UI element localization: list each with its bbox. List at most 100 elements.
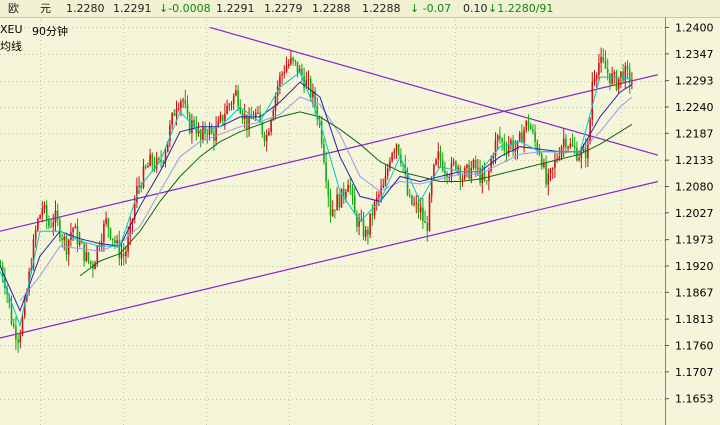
candle-body xyxy=(611,73,613,84)
candle-body xyxy=(182,100,184,102)
candle-body xyxy=(257,112,259,114)
candle-body xyxy=(17,339,19,343)
candle-body xyxy=(551,167,554,170)
candle-body xyxy=(426,222,429,231)
candle-body xyxy=(455,161,457,170)
grid xyxy=(0,20,665,425)
candle-body xyxy=(617,78,620,90)
candle-body xyxy=(419,207,422,213)
candle-body xyxy=(413,203,415,205)
y-tick-label: 1.1920 xyxy=(675,260,714,273)
y-tick-label: 1.1707 xyxy=(675,366,714,379)
candle-body xyxy=(435,159,437,165)
candle-body xyxy=(114,240,116,244)
candle-body xyxy=(371,213,374,216)
candle-body xyxy=(424,221,426,223)
candle-body xyxy=(107,218,110,229)
candle-body xyxy=(496,135,499,141)
candle-body xyxy=(72,228,74,233)
candle-body xyxy=(105,218,107,224)
candle-body xyxy=(384,175,387,186)
candle-body xyxy=(391,153,393,162)
candle-body xyxy=(41,208,44,216)
candle-body xyxy=(125,251,127,257)
y-tick-label: 1.2400 xyxy=(675,21,714,34)
candle-body xyxy=(523,129,525,143)
candle-body xyxy=(534,131,536,142)
candle-body xyxy=(61,237,63,241)
candle-body xyxy=(613,72,616,74)
y-tick-label: 1.2240 xyxy=(675,101,714,114)
candle-body xyxy=(208,127,211,135)
candle-body xyxy=(422,207,424,222)
candle-body xyxy=(386,168,389,176)
candle-body xyxy=(408,194,411,196)
candle-body xyxy=(188,114,191,134)
candle-body xyxy=(74,226,77,229)
candle-body xyxy=(232,95,235,104)
candle-body xyxy=(631,82,633,84)
candle-body xyxy=(545,163,547,185)
candle-body xyxy=(12,324,15,327)
candle-body xyxy=(142,166,145,188)
candle-body xyxy=(158,158,160,160)
candle-body xyxy=(325,162,327,182)
y-tick-label: 1.1653 xyxy=(675,393,714,406)
candle-body xyxy=(147,165,149,168)
candle-body xyxy=(602,56,605,61)
candle-body xyxy=(378,194,380,198)
candle-body xyxy=(474,160,477,169)
candle-body xyxy=(294,60,297,62)
candle-body xyxy=(59,219,61,238)
candle-body xyxy=(270,120,272,132)
candle-body xyxy=(532,129,534,132)
candle-body xyxy=(184,100,187,105)
candle-body xyxy=(521,132,523,143)
ma-light-line xyxy=(19,96,633,302)
candle-body xyxy=(569,143,572,148)
candle-body xyxy=(345,191,347,198)
candle-body xyxy=(34,229,37,240)
candle-body xyxy=(272,110,275,121)
candle-body xyxy=(180,101,182,109)
candle-body xyxy=(334,209,336,211)
candle-body xyxy=(191,120,193,134)
candle-body xyxy=(109,228,112,239)
candle-body xyxy=(417,202,420,213)
candle-body xyxy=(518,132,521,141)
candle-body xyxy=(411,195,413,205)
candle-body xyxy=(349,184,352,188)
candle-body xyxy=(186,104,189,115)
candle-body xyxy=(52,222,55,227)
candle-body xyxy=(329,196,332,216)
candle-body xyxy=(367,229,369,235)
candle-body xyxy=(89,261,92,264)
trendline xyxy=(0,180,659,339)
candle-body xyxy=(527,121,530,126)
candle-body xyxy=(63,236,66,241)
candle-body xyxy=(21,316,24,335)
candle-body xyxy=(177,108,180,110)
candle-body xyxy=(353,195,356,214)
candle-body xyxy=(228,104,231,106)
candle-body xyxy=(549,169,552,174)
candle-body xyxy=(248,116,250,129)
candle-body xyxy=(351,187,354,196)
candle-body xyxy=(501,139,503,142)
candle-body xyxy=(615,72,618,90)
candle-body xyxy=(331,209,334,216)
y-tick-label: 1.2187 xyxy=(675,127,714,140)
candle-body xyxy=(54,210,57,223)
candle-body xyxy=(78,241,81,245)
candle-body xyxy=(45,205,48,221)
candlestick-chart[interactable]: 1.2400 1.2347 1.2293 1.2240 1.2187 1.2133 1.20… xyxy=(0,0,720,425)
candle-body xyxy=(235,90,237,96)
candle-body xyxy=(287,63,290,67)
candle-body xyxy=(292,57,294,61)
candle-body xyxy=(340,188,343,208)
candle-body xyxy=(48,220,50,227)
candle-body xyxy=(37,218,39,230)
candle-body xyxy=(219,115,222,121)
candle-body xyxy=(338,194,341,208)
candle-body xyxy=(444,170,446,174)
